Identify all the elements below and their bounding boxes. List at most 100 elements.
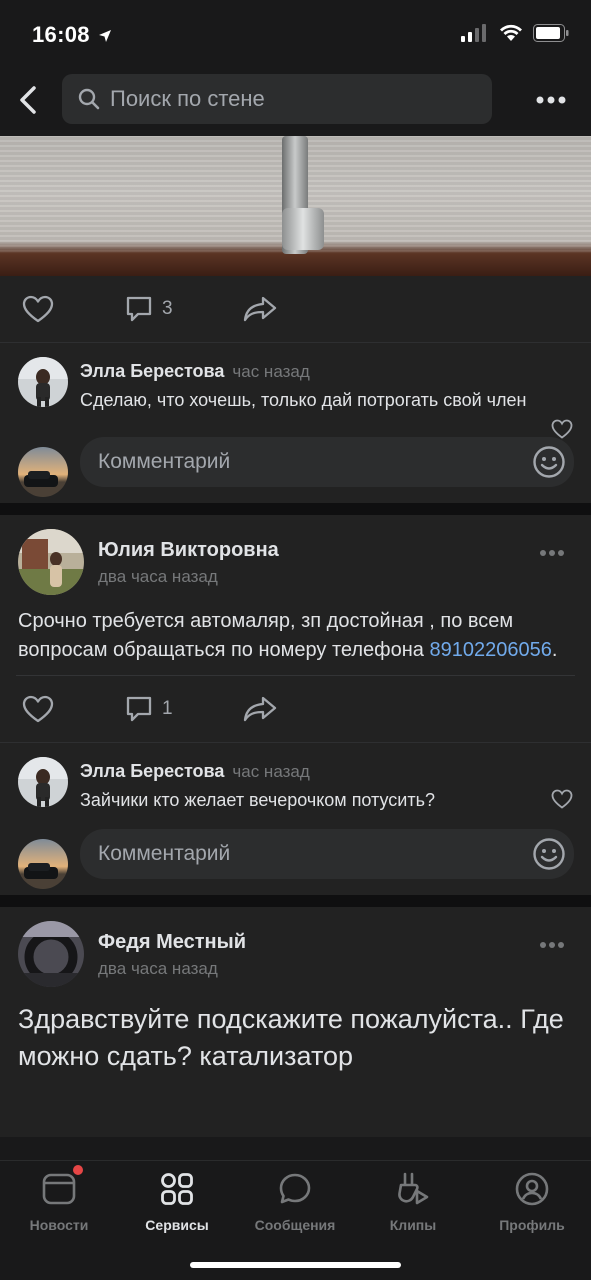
post-menu-icon[interactable] — [539, 549, 565, 557]
comment-like-icon[interactable] — [551, 419, 573, 439]
back-button[interactable] — [10, 82, 46, 118]
comment-time: час назад — [232, 762, 310, 781]
post-author-name[interactable]: Юлия Викторовна — [98, 539, 279, 562]
post-header: Федя Местный два часа назад — [0, 907, 591, 995]
tab-label: Профиль — [499, 1217, 565, 1233]
my-avatar[interactable] — [18, 447, 68, 497]
comment-compose — [0, 437, 591, 503]
news-icon — [41, 1165, 83, 1207]
comment-item[interactable]: Элла Берестова час назад Сделаю, что хоче… — [0, 343, 591, 439]
photo-nut — [282, 208, 324, 250]
avatar-image — [18, 447, 68, 497]
share-icon — [243, 296, 276, 322]
comment-button[interactable]: 1 — [124, 694, 173, 724]
post: 3 Элла Берестова час назад Сделаю, что хо… — [0, 136, 591, 503]
search-icon — [78, 88, 100, 110]
comment-time: час назад — [232, 362, 310, 381]
comment-icon — [126, 296, 152, 322]
home-indicator[interactable] — [190, 1262, 401, 1268]
post-author-avatar[interactable] — [18, 921, 84, 987]
chevron-left-icon — [20, 86, 36, 114]
post-menu-icon[interactable] — [539, 941, 565, 949]
tab-label: Клипы — [389, 1217, 437, 1233]
avatar-image — [18, 921, 84, 987]
post-header: Юлия Викторовна два часа назад — [0, 515, 591, 603]
share-icon — [243, 696, 276, 722]
tab-label: Новости — [29, 1217, 89, 1233]
post-actions: 3 — [0, 276, 591, 342]
comment-avatar[interactable] — [18, 757, 68, 807]
top-bar — [0, 72, 591, 128]
heart-icon — [22, 295, 54, 323]
post-date: два часа назад — [98, 567, 218, 586]
post-separator — [0, 503, 591, 515]
emoji-icon[interactable] — [532, 837, 566, 871]
comment-count: 3 — [162, 298, 173, 319]
status-time-text: 16:08 — [32, 22, 90, 47]
more-horizontal-icon — [536, 96, 566, 104]
tab-services[interactable]: Сервисы — [118, 1171, 236, 1233]
post-photo[interactable] — [0, 136, 591, 276]
tab-messages[interactable]: Сообщения — [236, 1171, 354, 1233]
comment-like-icon[interactable] — [551, 789, 573, 809]
comment-compose — [0, 821, 591, 895]
post-text: Здравствуйте подскажите пожалуйста.. Где… — [18, 1004, 564, 1071]
tab-label: Сообщения — [254, 1217, 336, 1233]
comment-text: Сделаю, что хочешь, только дай потрогать… — [80, 390, 527, 410]
post-text-end: . — [551, 639, 558, 661]
wall-feed[interactable]: 3 Элла Берестова час назад Сделаю, что хо… — [0, 136, 591, 1160]
phone-link[interactable]: 89102206056 — [429, 639, 551, 661]
comment-input[interactable] — [98, 842, 518, 866]
comment-author[interactable]: Элла Берестова час назад — [80, 361, 310, 382]
comment-author-name[interactable]: Элла Берестова — [80, 361, 224, 381]
services-icon — [159, 1171, 195, 1207]
clips-icon — [395, 1171, 431, 1207]
search-input[interactable] — [110, 86, 470, 112]
comment-input[interactable] — [98, 450, 518, 474]
post: Юлия Викторовна два часа назад Срочно тр… — [0, 515, 591, 895]
post-actions: 1 — [0, 676, 591, 742]
comment-avatar[interactable] — [18, 357, 68, 407]
comment-count: 1 — [162, 698, 173, 719]
avatar-image — [18, 839, 68, 889]
heart-icon — [22, 695, 54, 723]
share-button[interactable] — [243, 695, 277, 723]
battery-icon — [533, 24, 569, 42]
notification-badge — [73, 1165, 83, 1175]
avatar-image — [18, 757, 68, 807]
post: Федя Местный два часа назад Здравствуйте… — [0, 907, 591, 1137]
comment-icon — [126, 696, 152, 722]
emoji-icon[interactable] — [532, 445, 566, 479]
messages-icon — [277, 1171, 313, 1207]
location-arrow-icon — [99, 30, 112, 43]
profile-icon — [514, 1171, 550, 1207]
comment-field[interactable] — [80, 829, 574, 879]
comment-text: Зайчики кто желает вечерочком потусить? — [80, 790, 435, 810]
like-button[interactable] — [22, 695, 54, 723]
wifi-icon — [500, 24, 522, 41]
avatar-image — [18, 529, 84, 595]
post-date: два часа назад — [98, 959, 218, 978]
like-button[interactable] — [22, 295, 54, 323]
tab-clips[interactable]: Клипы — [354, 1171, 472, 1233]
tab-profile[interactable]: Профиль — [473, 1171, 591, 1233]
cellular-signal-icon — [461, 24, 486, 42]
post-author-name[interactable]: Федя Местный — [98, 931, 246, 954]
avatar-image — [18, 357, 68, 407]
tab-label: Сервисы — [145, 1217, 209, 1233]
comment-author-name[interactable]: Элла Берестова — [80, 761, 224, 781]
comment-button[interactable]: 3 — [124, 294, 173, 324]
tab-news[interactable]: Новости — [0, 1165, 118, 1233]
comment-item[interactable]: Элла Берестова час назад Зайчики кто жела… — [0, 743, 591, 821]
status-bar: 16:08 — [0, 0, 591, 72]
comment-field[interactable] — [80, 437, 574, 487]
more-button[interactable] — [535, 86, 567, 114]
post-author-avatar[interactable] — [18, 529, 84, 595]
share-button[interactable] — [243, 295, 277, 323]
search-box[interactable] — [62, 74, 492, 124]
status-time: 16:08 — [32, 22, 112, 48]
my-avatar[interactable] — [18, 839, 68, 889]
post-text: Срочно требуется автомаляр, зп достойная… — [0, 603, 591, 675]
post-separator — [0, 895, 591, 907]
comment-author[interactable]: Элла Берестова час назад — [80, 761, 310, 782]
